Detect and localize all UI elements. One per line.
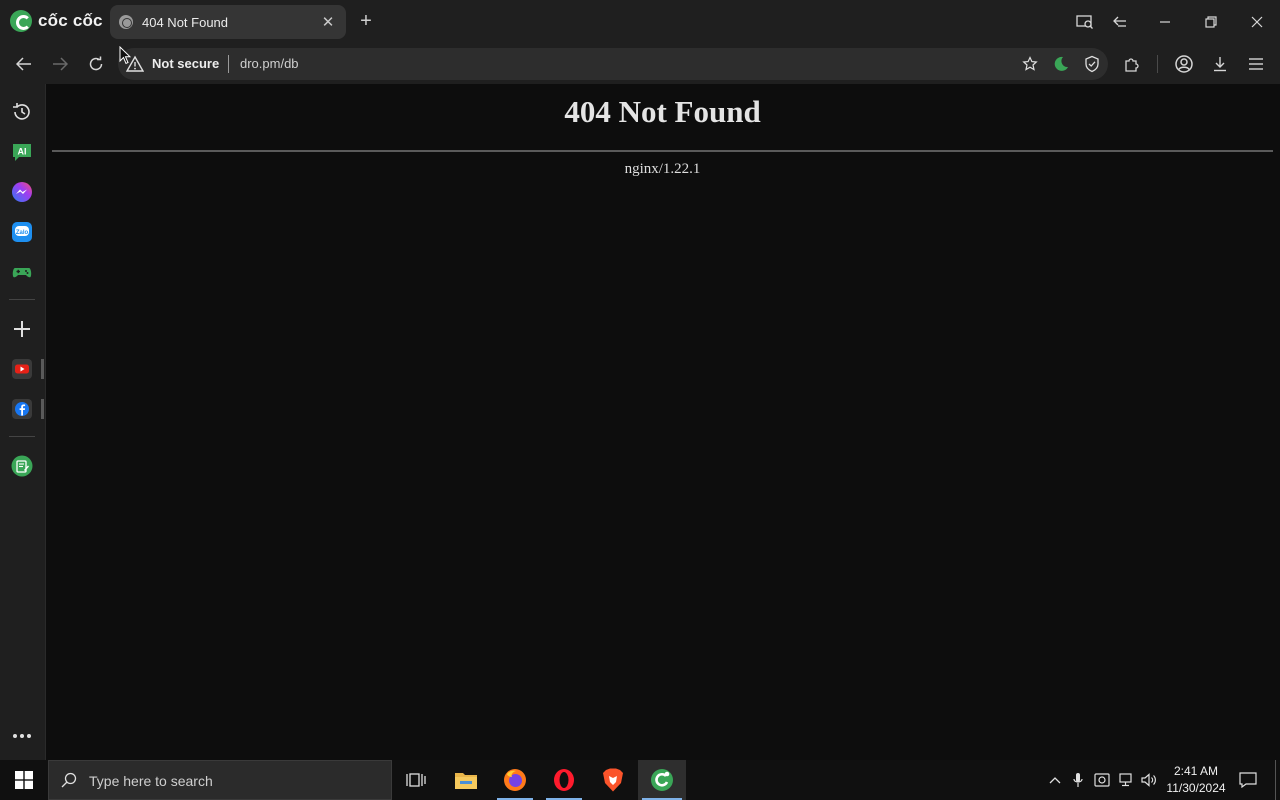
browser-toolbar: Not secure dro.pm/db xyxy=(0,44,1280,84)
coccoc-logo-icon xyxy=(10,10,32,32)
address-bar[interactable]: Not secure dro.pm/db xyxy=(118,48,1108,80)
clock-time: 2:41 AM xyxy=(1173,764,1219,778)
new-tab-button[interactable]: + xyxy=(356,10,376,32)
page-title: 404 Not Found xyxy=(564,94,761,129)
add-icon[interactable] xyxy=(10,317,34,341)
brave-icon xyxy=(603,768,623,792)
sidebar-divider xyxy=(9,436,35,437)
back-history-icon[interactable] xyxy=(1108,10,1132,34)
zalo-icon[interactable]: Zalo xyxy=(10,220,34,244)
horizontal-rule xyxy=(52,150,1273,152)
search-placeholder: Type here to search xyxy=(89,773,213,789)
system-clock[interactable]: 2:41 AM 11/30/2024 xyxy=(1160,763,1232,797)
downloads-icon[interactable] xyxy=(1208,52,1232,76)
extensions-icon[interactable] xyxy=(1120,52,1144,76)
windows-logo-icon xyxy=(15,771,33,789)
mouse-pointer-icon xyxy=(119,46,131,65)
notifications-icon[interactable] xyxy=(1238,770,1258,790)
firefox-icon xyxy=(504,769,526,791)
start-button[interactable] xyxy=(0,760,48,800)
network-icon[interactable] xyxy=(1117,770,1135,790)
more-icon[interactable] xyxy=(10,724,34,748)
adblock-shield-icon[interactable] xyxy=(1083,55,1103,75)
minimize-button[interactable] xyxy=(1153,10,1177,34)
address-divider xyxy=(228,55,229,73)
coccoc-icon xyxy=(651,769,673,791)
taskbar-coccoc[interactable] xyxy=(638,760,686,800)
browser-brand-name: cốc cốc xyxy=(38,11,103,30)
bookmark-star-icon[interactable] xyxy=(1022,56,1040,74)
show-desktop-button[interactable] xyxy=(1275,760,1276,800)
url-text[interactable]: dro.pm/db xyxy=(240,56,299,71)
tab-title: 404 Not Found xyxy=(142,14,229,30)
show-hidden-icons-button[interactable] xyxy=(1046,770,1064,790)
task-view-button[interactable] xyxy=(392,760,440,800)
tab-close-icon[interactable]: ✕ xyxy=(320,13,336,31)
windows-taskbar: Type here to search 2:41 AM 11/30/2024 xyxy=(0,760,1280,800)
page-viewport: 404 Not Found nginx/1.22.1 xyxy=(45,84,1280,760)
title-bar: cốc cốc 404 Not Found ✕ + xyxy=(0,0,1280,44)
forward-button[interactable] xyxy=(48,52,72,76)
globe-icon xyxy=(119,15,133,29)
taskbar-opera[interactable] xyxy=(540,760,588,800)
taskbar-file-explorer[interactable] xyxy=(442,760,490,800)
toolbar-divider xyxy=(1157,55,1158,73)
restore-button[interactable] xyxy=(1199,10,1223,34)
youtube-open-indicator xyxy=(41,359,44,379)
browser-logo: cốc cốc xyxy=(10,10,103,32)
server-signature: nginx/1.22.1 xyxy=(624,161,701,177)
volume-icon[interactable] xyxy=(1140,770,1158,790)
meet-now-icon[interactable] xyxy=(1093,770,1111,790)
tab-search-icon[interactable] xyxy=(1073,10,1097,34)
security-status[interactable]: Not secure xyxy=(152,56,219,71)
games-icon[interactable] xyxy=(10,260,34,284)
folder-icon xyxy=(455,773,477,789)
clock-date: 11/30/2024 xyxy=(1166,781,1226,795)
close-window-button[interactable] xyxy=(1245,10,1269,34)
youtube-icon[interactable] xyxy=(10,357,34,381)
task-view-icon xyxy=(406,773,426,787)
facebook-icon[interactable] xyxy=(10,397,34,421)
history-icon[interactable] xyxy=(10,100,34,124)
dark-mode-icon[interactable] xyxy=(1052,55,1072,75)
messenger-icon[interactable] xyxy=(10,180,34,204)
profile-icon[interactable] xyxy=(1172,52,1196,76)
tab-active[interactable]: 404 Not Found ✕ xyxy=(110,5,346,39)
search-icon xyxy=(61,772,77,788)
back-button[interactable] xyxy=(12,52,36,76)
taskbar-search-box[interactable]: Type here to search xyxy=(48,760,392,800)
side-panel: AI Zalo xyxy=(0,84,45,760)
microphone-icon[interactable] xyxy=(1069,770,1087,790)
ai-chat-icon[interactable]: AI xyxy=(10,140,34,164)
opera-icon xyxy=(554,769,574,791)
notes-icon[interactable] xyxy=(10,454,34,478)
svg-text:AI: AI xyxy=(18,147,27,157)
taskbar-firefox[interactable] xyxy=(491,760,539,800)
taskbar-brave[interactable] xyxy=(589,760,637,800)
menu-icon[interactable] xyxy=(1244,52,1268,76)
reload-button[interactable] xyxy=(84,52,108,76)
sidebar-divider xyxy=(9,299,35,300)
facebook-open-indicator xyxy=(41,399,44,419)
svg-text:Zalo: Zalo xyxy=(16,230,29,236)
